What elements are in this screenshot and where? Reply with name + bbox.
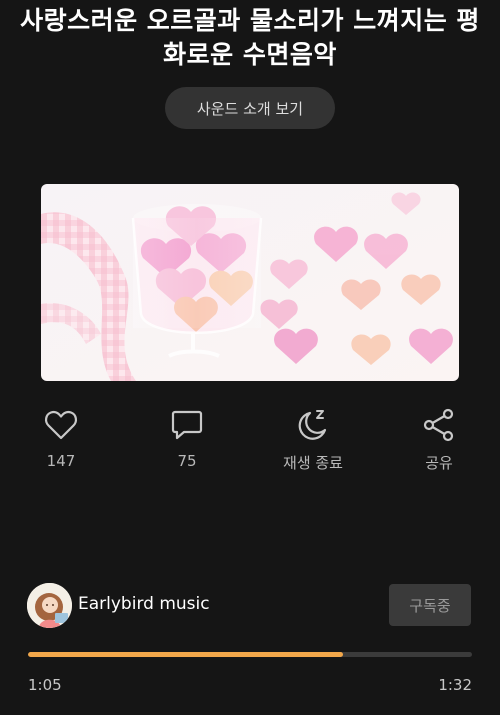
like-count: 147 <box>46 452 76 470</box>
comment-icon <box>167 405 207 445</box>
progress-fill <box>28 652 344 657</box>
like-button[interactable]: 147 <box>16 405 106 485</box>
cover-image <box>41 184 459 381</box>
action-bar: 147 75 재생 종료 공유 <box>0 405 500 485</box>
sound-intro-button[interactable]: 사운드 소개 보기 <box>165 87 335 129</box>
total-time: 1:32 <box>438 676 472 694</box>
progress-bar[interactable] <box>28 652 472 657</box>
moon-sleep-icon <box>293 405 333 445</box>
channel-name[interactable]: Earlybird music <box>78 594 210 614</box>
comment-count: 75 <box>177 452 197 470</box>
sleep-timer-label: 재생 종료 <box>283 454 343 472</box>
share-icon <box>419 405 459 445</box>
comment-button[interactable]: 75 <box>142 405 232 485</box>
channel-avatar[interactable] <box>27 583 72 628</box>
current-time: 1:05 <box>28 676 62 694</box>
channel-row: Earlybird music 구독중 <box>27 583 473 628</box>
page-title: 사랑스러운 오르골과 물소리가 느껴지는 평화로운 수면음악 <box>20 6 480 69</box>
player-page: 사랑스러운 오르골과 물소리가 느껴지는 평화로운 수면음악 사운드 소개 보기 <box>0 0 500 715</box>
share-label: 공유 <box>425 454 453 472</box>
share-button[interactable]: 공유 <box>394 405 484 485</box>
heart-icon <box>41 405 81 445</box>
sleep-timer-button[interactable]: 재생 종료 <box>268 405 358 485</box>
subscribe-button[interactable]: 구독중 <box>389 584 471 626</box>
